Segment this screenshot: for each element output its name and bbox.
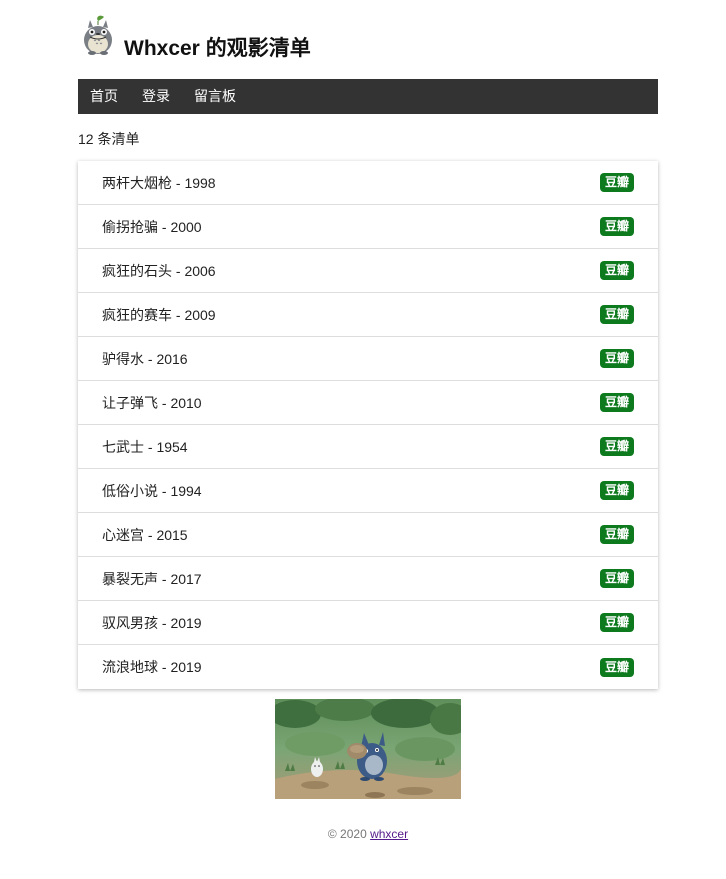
movie-title: 偷拐抢骗 - 2000	[102, 218, 202, 235]
totoro-scene-image	[275, 699, 461, 799]
movie-title: 驭风男孩 - 2019	[102, 614, 202, 631]
list-item: 偷拐抢骗 - 2000 豆瓣	[78, 205, 658, 249]
list-item: 暴裂无声 - 2017 豆瓣	[78, 557, 658, 601]
list-item: 驴得水 - 2016 豆瓣	[78, 337, 658, 381]
movie-title: 暴裂无声 - 2017	[102, 570, 202, 587]
list-item: 两杆大烟枪 - 1998 豆瓣	[78, 161, 658, 205]
douban-link-button[interactable]: 豆瓣	[600, 613, 634, 632]
douban-link-button[interactable]: 豆瓣	[600, 525, 634, 544]
site-footer: © 2020 whxcer	[78, 826, 658, 842]
movie-title: 低俗小说 - 1994	[102, 482, 202, 499]
movie-count: 12 条清单	[78, 131, 140, 147]
douban-link-button[interactable]: 豆瓣	[600, 569, 634, 588]
list-item: 低俗小说 - 1994 豆瓣	[78, 469, 658, 513]
list-item: 让子弹飞 - 2010 豆瓣	[78, 381, 658, 425]
movie-title: 流浪地球 - 2019	[102, 659, 202, 675]
main-navbar: 首页 登录 留言板	[78, 79, 658, 114]
movie-title: 让子弹飞 - 2010	[102, 394, 202, 411]
douban-link-button[interactable]: 豆瓣	[600, 657, 634, 677]
nav-guestbook-link[interactable]: 留言板	[182, 79, 248, 114]
douban-link-button[interactable]: 豆瓣	[600, 173, 634, 192]
movie-list: 两杆大烟枪 - 1998 豆瓣 偷拐抢骗 - 2000 豆瓣 疯狂的石头 - 2…	[78, 161, 658, 689]
list-item: 疯狂的赛车 - 2009 豆瓣	[78, 293, 658, 337]
movie-title: 驴得水 - 2016	[102, 350, 188, 367]
nav-login-link[interactable]: 登录	[130, 79, 182, 114]
douban-link-button[interactable]: 豆瓣	[600, 217, 634, 236]
movie-title: 两杆大烟枪 - 1998	[102, 174, 216, 191]
movie-title: 疯狂的石头 - 2006	[102, 262, 216, 279]
list-item: 驭风男孩 - 2019 豆瓣	[78, 601, 658, 645]
page-container: Whxcer 的观影清单 首页 登录 留言板 12 条清单 两杆大烟枪 - 19…	[78, 0, 658, 842]
movie-title: 心迷宫 - 2015	[102, 526, 188, 543]
douban-link-button[interactable]: 豆瓣	[600, 481, 634, 500]
site-header: Whxcer 的观影清单	[78, 0, 658, 79]
douban-link-button[interactable]: 豆瓣	[600, 393, 634, 412]
copyright-text: © 2020	[327, 827, 367, 841]
douban-link-button[interactable]: 豆瓣	[600, 349, 634, 368]
nav-home-link[interactable]: 首页	[78, 79, 130, 114]
author-link[interactable]: whxcer	[370, 827, 408, 841]
movie-title: 七武士 - 1954	[102, 438, 188, 455]
douban-link-button[interactable]: 豆瓣	[600, 305, 634, 324]
douban-link-button[interactable]: 豆瓣	[600, 437, 634, 456]
totoro-avatar-icon	[84, 15, 112, 55]
list-item: 疯狂的石头 - 2006 豆瓣	[78, 249, 658, 293]
list-item: 流浪地球 - 2019 豆瓣	[78, 645, 658, 689]
movie-title: 疯狂的赛车 - 2009	[102, 306, 216, 323]
site-title: Whxcer 的观影清单	[124, 37, 311, 60]
list-item: 七武士 - 1954 豆瓣	[78, 425, 658, 469]
list-item: 心迷宫 - 2015 豆瓣	[78, 513, 658, 557]
douban-link-button[interactable]: 豆瓣	[600, 261, 634, 280]
